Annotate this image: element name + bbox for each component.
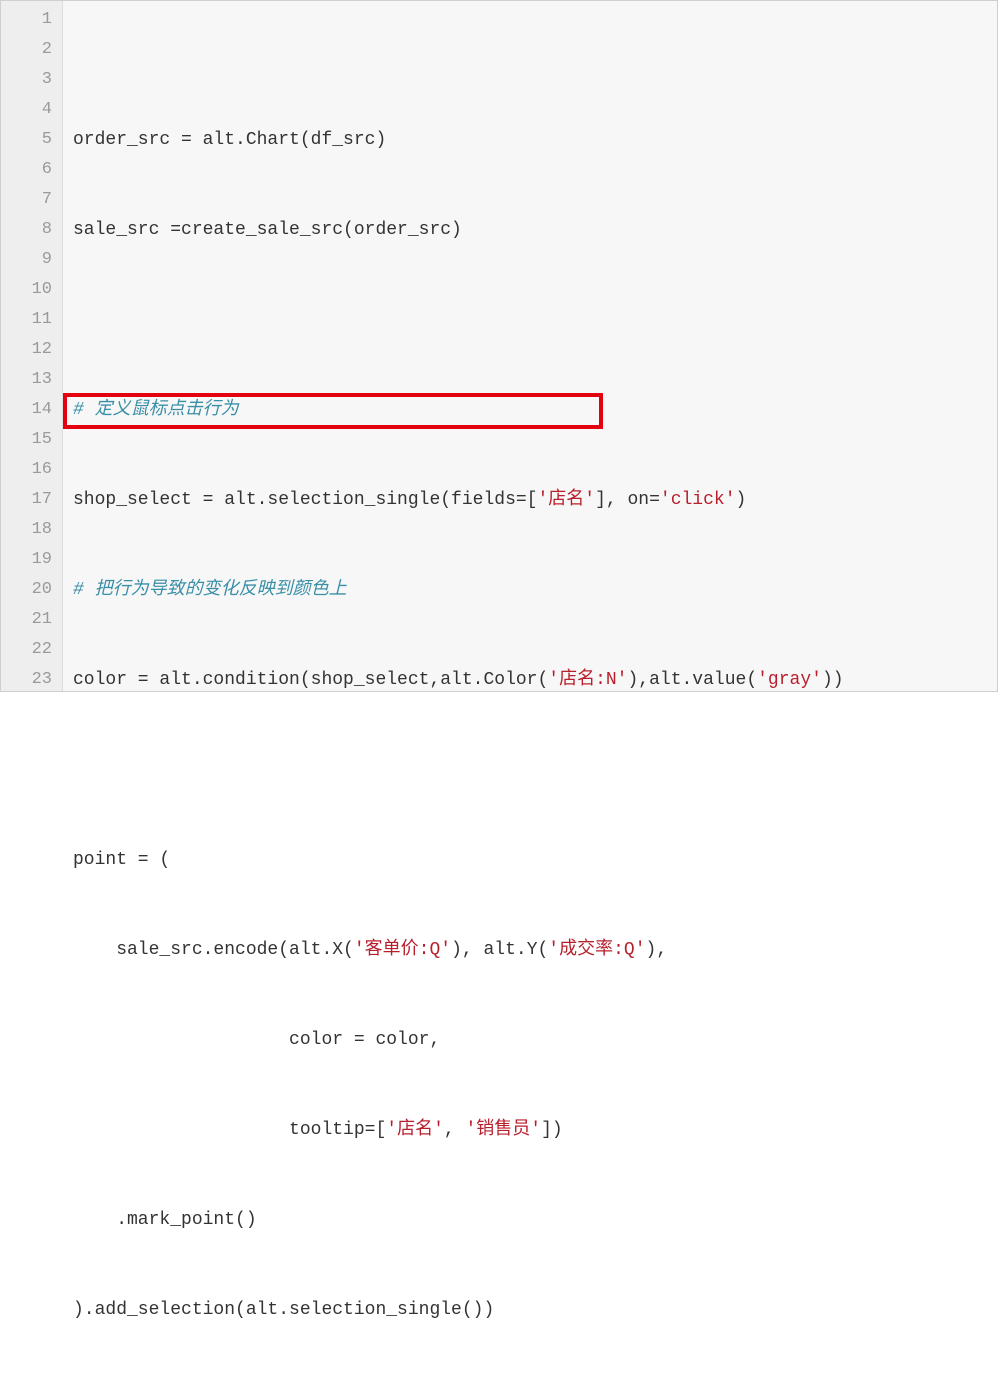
line-number: 5: [1, 125, 52, 155]
line-number: 19: [1, 545, 52, 575]
code-line[interactable]: [73, 305, 987, 335]
code-line[interactable]: tooltip=['店名', '销售员']): [73, 1115, 987, 1145]
line-number: 8: [1, 215, 52, 245]
line-number: 1: [1, 5, 52, 35]
code-line[interactable]: order_src = alt.Chart(df_src): [73, 125, 987, 155]
code-line[interactable]: sale_src.encode(alt.X('客单价:Q'), alt.Y('成…: [73, 935, 987, 965]
code-text: ).add_selection(alt.selection_single()): [73, 1300, 494, 1320]
code-line[interactable]: [73, 755, 987, 785]
line-number: 9: [1, 245, 52, 275]
code-text: shop_select = alt.selection_single(field…: [73, 490, 537, 510]
string-literal: '客单价:Q': [354, 940, 451, 960]
code-text: ),: [646, 940, 668, 960]
code-text: ), alt.Y(: [451, 940, 548, 960]
code-text: sale_src.encode(alt.X(: [73, 940, 354, 960]
string-literal: '成交率:Q': [548, 940, 645, 960]
code-text: .mark_point(): [73, 1210, 257, 1230]
code-text: ], on=: [595, 490, 660, 510]
line-number: 16: [1, 455, 52, 485]
line-number-gutter: 1 2 3 4 5 6 7 8 9 10 11 12 13 14 15 16 1…: [1, 1, 63, 691]
code-line[interactable]: [73, 1385, 987, 1388]
code-editor: 1 2 3 4 5 6 7 8 9 10 11 12 13 14 15 16 1…: [0, 0, 998, 692]
line-number: 6: [1, 155, 52, 185]
code-line[interactable]: point = (: [73, 845, 987, 875]
code-line[interactable]: ).add_selection(alt.selection_single()): [73, 1295, 987, 1325]
line-number: 7: [1, 185, 52, 215]
code-line[interactable]: sale_src =create_sale_src(order_src): [73, 215, 987, 245]
comment-text: # 把行为导致的变化反映到颜色上: [73, 580, 347, 600]
line-number: 20: [1, 575, 52, 605]
code-area[interactable]: order_src = alt.Chart(df_src) sale_src =…: [63, 1, 997, 691]
code-text: ): [736, 490, 747, 510]
line-number: 10: [1, 275, 52, 305]
line-number: 23: [1, 665, 52, 695]
line-number: 4: [1, 95, 52, 125]
code-text: )): [822, 670, 844, 690]
line-number: 15: [1, 425, 52, 455]
string-literal: '店名': [537, 490, 595, 510]
line-number: 22: [1, 635, 52, 665]
line-number: 2: [1, 35, 52, 65]
line-number: 3: [1, 65, 52, 95]
code-text: ]): [541, 1120, 563, 1140]
code-text: point = (: [73, 850, 170, 870]
code-line[interactable]: # 把行为导致的变化反映到颜色上: [73, 575, 987, 605]
line-number: 18: [1, 515, 52, 545]
code-line[interactable]: # 定义鼠标点击行为: [73, 395, 987, 425]
line-number: 14: [1, 395, 52, 425]
string-literal: 'gray': [757, 670, 822, 690]
code-text: order_src = alt.Chart(df_src): [73, 130, 386, 150]
code-text: ),alt.value(: [628, 670, 758, 690]
code-line[interactable]: shop_select = alt.selection_single(field…: [73, 485, 987, 515]
code-text: sale_src =create_sale_src(order_src): [73, 220, 462, 240]
code-text: color = alt.condition(shop_select,alt.Co…: [73, 670, 548, 690]
code-line[interactable]: .mark_point(): [73, 1205, 987, 1235]
code-text: color = color,: [73, 1030, 440, 1050]
code-line[interactable]: color = alt.condition(shop_select,alt.Co…: [73, 665, 987, 695]
string-literal: '销售员': [465, 1120, 541, 1140]
comment-text: # 定义鼠标点击行为: [73, 400, 239, 420]
string-literal: '店名': [386, 1120, 444, 1140]
line-number: 12: [1, 335, 52, 365]
line-number: 21: [1, 605, 52, 635]
code-text: ,: [444, 1120, 466, 1140]
line-number: 13: [1, 365, 52, 395]
code-text: tooltip=[: [73, 1120, 386, 1140]
string-literal: '店名:N': [548, 670, 627, 690]
line-number: 11: [1, 305, 52, 335]
code-line[interactable]: color = color,: [73, 1025, 987, 1055]
line-number: 17: [1, 485, 52, 515]
string-literal: 'click': [660, 490, 736, 510]
